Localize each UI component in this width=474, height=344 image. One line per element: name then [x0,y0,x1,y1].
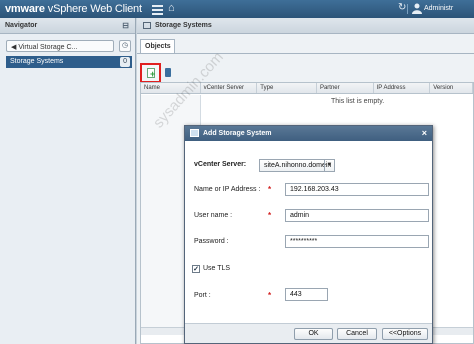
column-header-type[interactable]: Type [257,83,317,93]
required-mark: * [268,185,272,194]
navigator-panel: Navigator ⊟ ◀ Virtual Storage C... ◷ Sto… [0,18,136,344]
empty-list-message: This list is empty. [331,98,385,105]
add-icon: + [150,69,156,79]
tab-divider [137,53,474,54]
menu-icon[interactable] [152,3,163,15]
vmware-logo: vmware [5,3,45,15]
dialog-icon [190,129,199,137]
home-icon[interactable]: ⌂ [168,2,175,14]
storage-icon [143,22,151,29]
ok-button[interactable]: OK [294,328,333,340]
table-header: Name vCenter Server Type Partner IP Addr… [141,83,473,94]
port-field[interactable]: 443 [285,288,328,301]
navigator-back-button[interactable]: ◀ Virtual Storage C... [6,40,114,52]
vcenter-select[interactable]: siteA.nihonno.domein ▼ [259,159,335,172]
username-label: User name : [194,212,233,219]
column-header-version[interactable]: Version [430,83,473,93]
username-field[interactable]: admin [285,209,429,222]
use-tls-label: Use TLS [203,265,231,272]
refresh-icon[interactable]: ↻ [398,2,406,13]
count-badge: 0 [120,57,130,67]
dialog-titlebar: Add Storage System × [185,126,432,141]
chevron-down-icon: ▼ [324,160,334,171]
column-header-name[interactable]: Name [141,83,201,93]
add-storage-system-dialog: Add Storage System × vCenter Server: sit… [184,125,433,344]
use-tls-checkbox[interactable]: ✓ [192,265,200,273]
sidebar-item-label: Storage Systems [10,58,64,65]
password-field[interactable]: ********** [285,235,429,248]
dialog-title: Add Storage System [203,130,272,137]
required-mark: * [268,291,272,300]
ip-label: Name or IP Address : [194,186,261,193]
navigator-title: Navigator [5,22,38,29]
history-icon[interactable]: ◷ [119,40,131,52]
ip-address-field[interactable]: 192.168.203.43 [285,183,429,196]
add-storage-system-button[interactable]: + [140,63,161,83]
sidebar-item-storage-systems[interactable]: Storage Systems 0 [6,56,132,68]
app-title: vSphere Web Client [47,3,142,15]
vcenter-value: siteA.nihonno.domein [264,162,332,169]
cancel-button[interactable]: Cancel [337,328,377,340]
password-label: Password : [194,238,229,245]
column-header-vcenter[interactable]: vCenter Server [201,83,258,93]
close-icon[interactable]: × [422,128,427,138]
port-label: Port : [194,292,211,299]
storage-action-icon[interactable] [165,68,171,77]
navigator-header: Navigator ⊟ [0,18,135,34]
tab-objects[interactable]: Objects [140,39,175,54]
required-mark: * [268,211,272,220]
column-header-ip[interactable]: IP Address [374,83,431,93]
options-button[interactable]: <<Options [382,328,428,340]
page-title: Storage Systems [155,22,212,29]
dialog-footer: OK Cancel <<Options [185,323,432,343]
user-menu[interactable]: Administr [424,5,453,12]
column-header-partner[interactable]: Partner [317,83,374,93]
user-icon[interactable] [412,3,422,14]
app-header: vmware vSphere Web Client ⌂ ↻ Administr [0,0,474,18]
vcenter-label: vCenter Server: [194,161,247,168]
main-header: Storage Systems [137,18,474,34]
header-divider [407,4,408,14]
app-brand: vmware vSphere Web Client [5,3,142,15]
pin-icon[interactable]: ⊟ [122,21,129,30]
